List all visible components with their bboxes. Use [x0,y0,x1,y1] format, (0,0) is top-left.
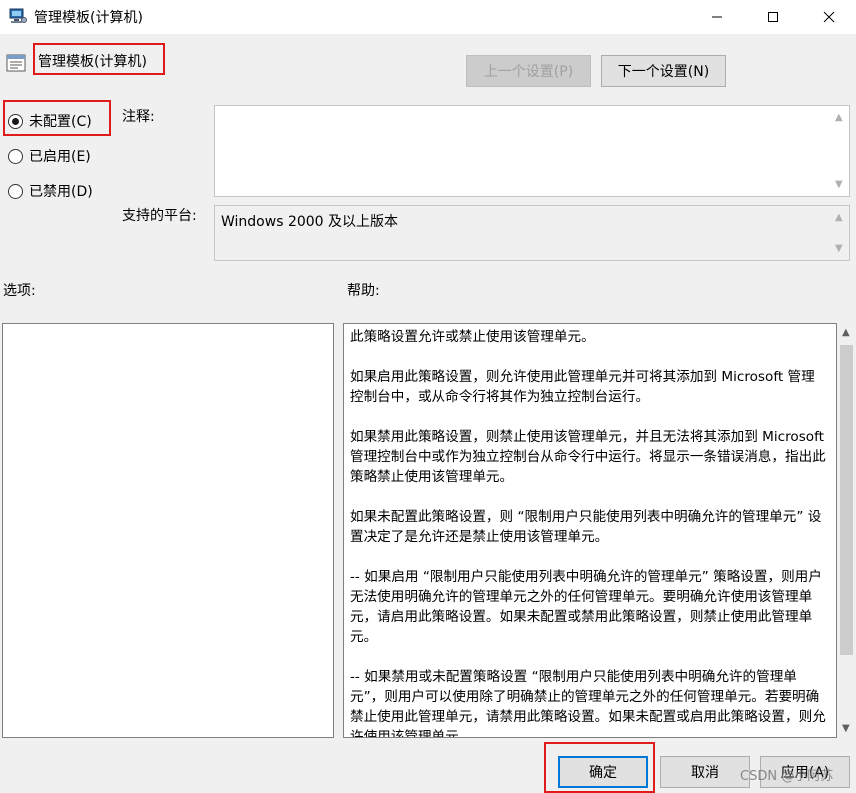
radio-disabled[interactable]: 已禁用(D) [8,181,93,201]
radio-label: 已启用(E) [29,149,91,165]
radio-label: 已禁用(D) [29,184,93,200]
window-title: 管理模板(计算机) [34,10,143,26]
comment-textarea[interactable]: ▲ ▼ [214,105,850,197]
comment-scrollbar[interactable]: ▲ ▼ [831,106,849,196]
help-scrollbar[interactable]: ▲ ▼ [838,323,855,738]
policy-setting-icon [5,52,27,74]
radio-indicator[interactable] [8,183,23,199]
platform-label: 支持的平台: [122,208,197,224]
help-label: 帮助: [347,283,380,299]
radio-label: 未配置(C) [29,114,92,130]
ok-button[interactable]: 确定 [558,756,648,788]
platform-field: Windows 2000 及以上版本 ▲ ▼ [214,205,850,261]
scroll-down-icon[interactable]: ▼ [835,243,843,254]
minimize-button[interactable] [694,0,740,34]
setting-title: 管理模板(计算机) [33,43,165,75]
radio-indicator[interactable] [8,148,23,164]
scroll-down-icon[interactable]: ▼ [835,179,843,190]
minimize-icon [712,16,722,18]
close-button[interactable] [806,0,852,34]
previous-setting-button[interactable]: 上一个设置(P) [466,55,591,87]
platform-value: Windows 2000 及以上版本 [221,214,399,230]
next-setting-button[interactable]: 下一个设置(N) [601,55,726,87]
help-paragraph: 如果未配置此策略设置，则 “限制用户只能使用列表中明确允许的管理单元” 设置决定… [350,509,822,545]
help-paragraph: 如果禁用此策略设置，则禁止使用该管理单元，并且无法将其添加到 Microsoft… [350,429,826,485]
help-paragraph: -- 如果启用 “限制用户只能使用列表中明确允许的管理单元” 策略设置，则用户无… [350,569,822,645]
radio-indicator-checked[interactable] [8,113,23,129]
help-paragraph: 此策略设置允许或禁止使用该管理单元。 [350,329,595,345]
maximize-icon [768,12,778,22]
scroll-up-icon[interactable]: ▲ [835,212,843,223]
help-paragraph: 如果启用此策略设置，则允许使用此管理单元并可将其添加到 Microsoft 管理… [350,369,815,405]
help-text: 此策略设置允许或禁止使用该管理单元。 如果启用此策略设置，则允许使用此管理单元并… [344,324,832,738]
maximize-button[interactable] [750,0,796,34]
options-panel [2,323,334,738]
radio-not-configured[interactable]: 未配置(C) [8,111,92,131]
title-bar: 管理模板(计算机) [0,0,856,34]
scroll-up-icon[interactable]: ▲ [842,327,850,338]
comment-label: 注释: [122,109,155,125]
close-icon [823,11,835,23]
scroll-up-icon[interactable]: ▲ [835,112,843,123]
help-panel: 此策略设置允许或禁止使用该管理单元。 如果启用此策略设置，则允许使用此管理单元并… [343,323,837,738]
help-paragraph: -- 如果禁用或未配置策略设置 “限制用户只能使用列表中明确允许的管理单元”，则… [350,669,826,738]
options-label: 选项: [3,283,36,299]
platform-scrollbar[interactable]: ▲ ▼ [831,206,849,260]
scroll-down-icon[interactable]: ▼ [842,723,850,734]
scroll-thumb[interactable] [840,345,853,655]
cancel-button[interactable]: 取消 [660,756,750,788]
group-policy-app-icon [9,8,27,24]
watermark: CSDN @小阿苏 [740,769,834,784]
radio-enabled[interactable]: 已启用(E) [8,146,91,166]
